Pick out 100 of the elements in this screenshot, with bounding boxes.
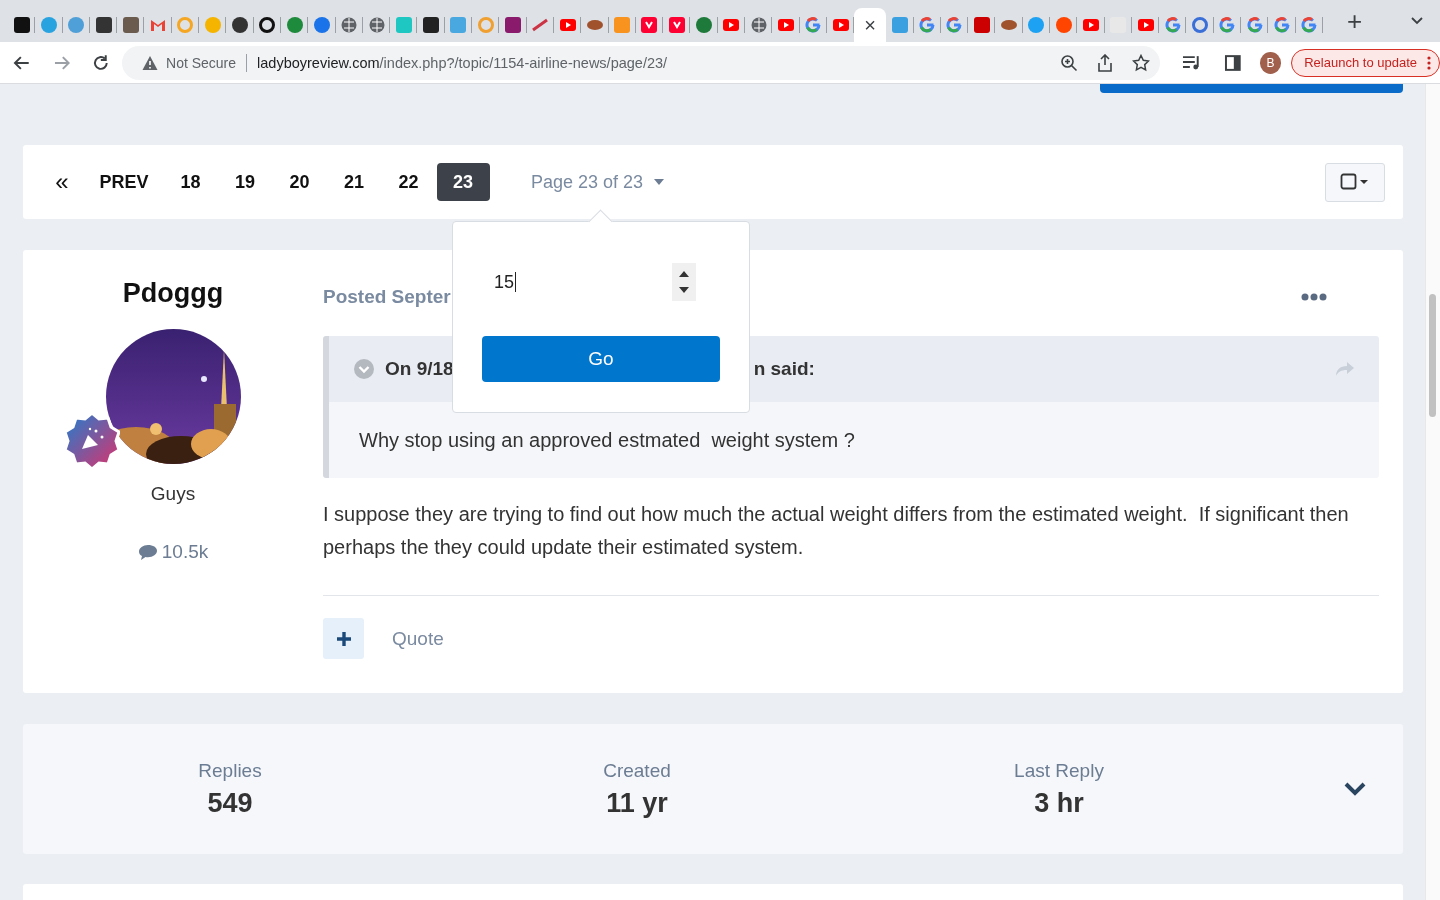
favicon-icon (122, 17, 139, 33)
close-icon[interactable]: × (864, 15, 877, 35)
author-name[interactable]: Pdoggg (122, 278, 224, 309)
share-icon[interactable] (1096, 53, 1115, 72)
member-group: Guys (150, 483, 196, 505)
star-icon[interactable] (1132, 53, 1151, 72)
quote-link[interactable]: Quote (392, 627, 444, 650)
favicon-icon (13, 17, 30, 33)
quote-citation: On 9/18 (385, 358, 454, 380)
page-dropdown[interactable]: Page 23 of 23 (531, 171, 666, 193)
forward-icon[interactable] (52, 53, 71, 72)
favicon-icon (395, 17, 412, 33)
side-panel-icon[interactable] (1223, 53, 1242, 72)
favicon-icon (696, 17, 713, 33)
favicon-icon (368, 17, 385, 33)
favicon-icon (477, 17, 494, 33)
favicon-icon (586, 17, 603, 33)
new-tab-button[interactable]: + (1346, 8, 1363, 34)
favicon-icon (150, 17, 167, 33)
go-button[interactable]: Go (482, 336, 720, 382)
favicon-icon (313, 17, 330, 33)
favicon-icon (973, 17, 990, 33)
favicon-icon (946, 17, 963, 33)
stat-label: Replies (198, 759, 262, 782)
favicon-icon (450, 17, 467, 33)
address-bar[interactable]: Not Secure ladyboyreview.com/index.php?/topic/1154-airline-news/page/23/ (122, 45, 1161, 80)
prev-link[interactable]: PREV (90, 163, 158, 201)
comment-icon (137, 543, 158, 561)
favicon-icon (1001, 17, 1018, 33)
favicon-icon (1137, 17, 1154, 33)
page-link[interactable]: 21 (327, 163, 381, 201)
favicon-icon (259, 17, 276, 33)
media-icon[interactable] (1182, 53, 1202, 72)
favicon-icon (723, 17, 740, 33)
page-link[interactable]: 18 (164, 163, 217, 201)
favicon-icon (177, 17, 194, 33)
favicon-icon (777, 17, 794, 33)
reaction-button[interactable] (323, 618, 364, 659)
collapse-icon[interactable] (353, 358, 375, 380)
caret-icon (653, 178, 666, 186)
stat-value: 11 yr (606, 787, 668, 819)
reload-icon[interactable] (92, 53, 110, 72)
page-link[interactable]: 23 (436, 163, 490, 201)
favicon-icon (40, 17, 57, 33)
favicon-icon (891, 17, 908, 33)
stat-value: 3 hr (1034, 787, 1084, 819)
warning-icon (142, 54, 158, 71)
favicon-icon (1164, 17, 1181, 33)
favicon-icon (668, 17, 685, 33)
first-page-link[interactable]: « (40, 163, 84, 201)
relaunch-button[interactable]: Relaunch to update (1291, 48, 1440, 77)
favicon-icon (750, 17, 767, 33)
scrollbar[interactable] (1425, 84, 1440, 900)
page-link[interactable]: 22 (382, 163, 435, 201)
favicon-icon (1055, 17, 1072, 33)
favicon-icon (204, 17, 221, 33)
favicon-icon (341, 17, 358, 33)
favicon-icon (1246, 17, 1263, 33)
favicon-icon (1219, 17, 1236, 33)
page-link[interactable]: 19 (218, 163, 272, 201)
favicon-icon (1301, 17, 1318, 33)
favicon-icon (68, 17, 85, 33)
plus-icon (335, 630, 352, 647)
favicon-icon (95, 17, 112, 33)
security-label: Not Secure (166, 54, 237, 71)
favicon-icon (1028, 17, 1045, 33)
favicon-icon (286, 17, 303, 33)
browser-tab[interactable]: × (854, 8, 887, 42)
favicon-icon (232, 17, 248, 33)
stat-label: Created (603, 759, 671, 782)
post-count: 10.5k (137, 541, 209, 563)
favicon-icon (614, 17, 631, 33)
scrollbar-thumb[interactable] (1429, 294, 1436, 417)
favicon-icon (1274, 17, 1290, 33)
quote-citation: n said: (753, 358, 815, 380)
checkbox-caret-icon (1340, 173, 1370, 191)
profile-avatar[interactable]: B (1259, 51, 1282, 74)
kebab-icon[interactable] (1427, 55, 1431, 70)
post-date: Posted Septer (323, 286, 451, 308)
more-icon[interactable] (1301, 293, 1327, 301)
favicon-icon (641, 17, 658, 33)
favicon-icon (559, 17, 576, 33)
favicon-icon (805, 17, 822, 33)
quote-text: Why stop using an approved estmated weight system ? (329, 402, 1379, 478)
post-text: I suppose they are trying to find out how much the actual weight differs from the estimated weight. If significant then perhaps the they could update their estimated system. (323, 502, 1350, 560)
stat-label: Last Reply (1014, 759, 1104, 782)
stat-value: 549 (207, 787, 253, 819)
chevron-down-icon[interactable] (1343, 781, 1367, 797)
url-text: ladyboyreview.com/index.php?/topic/1154-airline-news/page/23/ (257, 54, 668, 71)
favicon-icon (505, 17, 521, 33)
favicon-icon (1192, 17, 1209, 33)
page-number-field[interactable]: 15 (482, 261, 708, 303)
favicon-icon (832, 17, 849, 33)
spinner-icon[interactable] (672, 263, 696, 301)
select-button[interactable] (1325, 162, 1385, 202)
zoom-icon[interactable] (1060, 53, 1079, 72)
favicon-icon (423, 17, 440, 33)
page-link[interactable]: 20 (273, 163, 326, 201)
favicon-icon (532, 17, 549, 33)
favicon-icon (919, 17, 936, 33)
